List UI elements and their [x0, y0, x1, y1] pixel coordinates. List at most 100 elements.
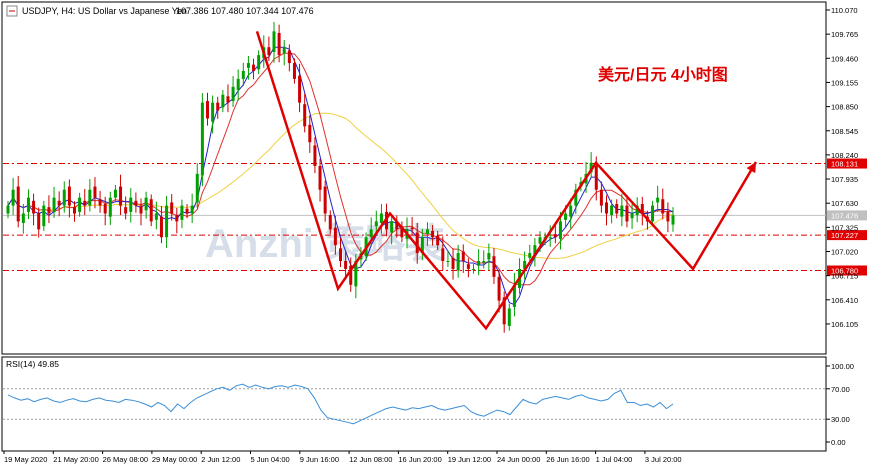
candle-body	[277, 32, 281, 56]
candle-body	[149, 199, 153, 222]
candle-body	[298, 75, 302, 103]
rsi-label: RSI(14) 49.85	[6, 359, 59, 369]
candle-body	[180, 205, 184, 220]
candle-body	[108, 197, 112, 217]
candle-body	[318, 165, 322, 190]
y-tick-label: 110.070	[831, 6, 858, 15]
candle-body	[73, 207, 76, 214]
candle-body	[287, 50, 291, 64]
candle-body	[466, 264, 470, 269]
current-price-label: 107.476	[831, 211, 858, 220]
candle-body	[661, 199, 665, 214]
y-tick-label: 106.105	[831, 320, 858, 329]
candle-body	[32, 200, 36, 214]
candle-body	[190, 205, 194, 214]
candle-body	[374, 221, 378, 227]
x-tick-label: 29 May 00:00	[152, 455, 197, 464]
candle-body	[410, 227, 414, 230]
y-tick-label: 109.460	[831, 54, 858, 63]
candle-body	[666, 211, 670, 222]
candle-body	[52, 197, 56, 212]
candle-body	[221, 94, 225, 108]
candle-body	[6, 205, 10, 214]
price-level-label: 107.227	[831, 231, 858, 240]
x-tick-label: 16 Jun 20:00	[398, 455, 441, 464]
candle-body	[431, 230, 435, 238]
candle-body	[231, 86, 235, 102]
candle-body	[42, 205, 46, 227]
candle-body	[113, 189, 117, 198]
candle-body	[415, 232, 419, 254]
candle-body	[630, 213, 634, 219]
candle-body	[226, 96, 230, 103]
candle-body	[119, 186, 123, 206]
candle-body	[482, 261, 486, 263]
candle-body	[267, 47, 271, 56]
candle-body	[313, 145, 317, 166]
candle-body	[446, 261, 450, 263]
y-tick-label: 109.155	[831, 78, 858, 87]
candle-body	[456, 253, 460, 271]
candle-body	[451, 257, 455, 269]
x-tick-label: 2 Jun 12:00	[201, 455, 240, 464]
x-tick-label: 5 Jun 04:00	[251, 455, 290, 464]
candle-body	[175, 215, 179, 222]
x-tick-label: 21 May 20:00	[53, 455, 98, 464]
candle-body	[62, 189, 66, 206]
candle-body	[379, 213, 383, 223]
candle-body	[21, 213, 25, 223]
candle-body	[139, 205, 143, 214]
candle-body	[492, 256, 496, 277]
candle-body	[292, 63, 296, 79]
candle-body	[507, 308, 511, 326]
candle-body	[47, 207, 51, 214]
x-tick-label: 9 Jun 16:00	[300, 455, 339, 464]
candle-body	[620, 205, 624, 217]
candle-body	[83, 200, 87, 206]
y-tick-label: 108.545	[831, 127, 858, 136]
x-tick-label: 3 Jul 20:00	[645, 455, 682, 464]
candle-body	[129, 197, 133, 212]
candle-body	[369, 229, 373, 238]
candle-body	[272, 31, 276, 52]
y-tick-label: 107.325	[831, 223, 858, 232]
candle-body	[159, 216, 163, 238]
candle-body	[282, 47, 286, 54]
candle-body	[548, 237, 552, 239]
candle-body	[594, 165, 598, 190]
candle-body	[564, 213, 568, 220]
candle-body	[26, 197, 30, 212]
candle-body	[625, 205, 629, 222]
candle-body	[656, 197, 660, 203]
y-tick-label: 107.020	[831, 248, 858, 257]
candle-body	[67, 186, 71, 206]
candle-body	[477, 261, 481, 266]
candle-body	[425, 229, 429, 235]
candle-body	[558, 221, 562, 239]
candle-body	[195, 173, 199, 203]
x-tick-label: 12 Jun 08:00	[349, 455, 392, 464]
candle-body	[339, 248, 342, 262]
candle-body	[103, 203, 107, 214]
candle-body	[344, 261, 348, 269]
candle-body	[390, 221, 394, 233]
rsi-tick-label: 30.00	[831, 415, 850, 424]
candle-body	[93, 186, 97, 198]
candle-body	[216, 102, 220, 111]
candle-body	[11, 189, 15, 206]
candle-body	[538, 237, 542, 244]
y-tick-label: 107.935	[831, 175, 858, 184]
candle-body	[615, 203, 619, 214]
candle-body	[57, 200, 61, 206]
x-tick-label: 26 Jun 16:00	[546, 455, 589, 464]
candle-body	[599, 189, 603, 206]
candle-body	[170, 202, 174, 214]
candle-body	[651, 205, 655, 222]
rsi-tick-label: 100.00	[831, 362, 854, 371]
candle-body	[303, 104, 307, 127]
x-tick-label: 26 May 08:00	[103, 455, 148, 464]
candle-body	[528, 253, 532, 258]
y-tick-label: 107.630	[831, 199, 858, 208]
y-tick-label: 106.410	[831, 296, 858, 305]
candle-body	[211, 102, 215, 122]
